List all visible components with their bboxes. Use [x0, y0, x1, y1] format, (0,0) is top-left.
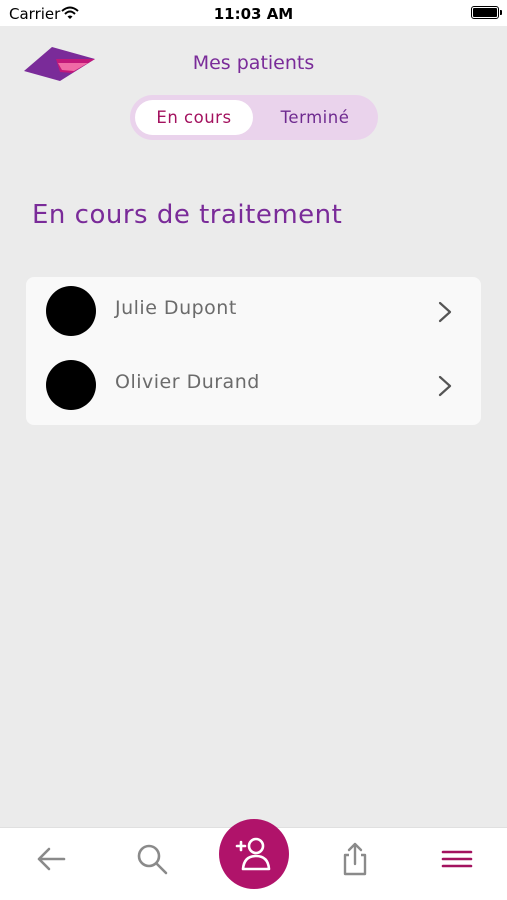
avatar: [46, 286, 96, 336]
menu-icon[interactable]: [440, 842, 474, 876]
status-time: 11:03 AM: [213, 5, 294, 23]
segment-en-cours[interactable]: En cours: [135, 100, 253, 135]
search-icon[interactable]: [135, 842, 169, 876]
battery-icon: [471, 6, 502, 19]
add-patient-icon: [235, 837, 271, 871]
add-patient-button[interactable]: [219, 819, 289, 889]
patient-row[interactable]: Julie Dupont: [26, 277, 481, 351]
patient-list: Julie Dupont Olivier Durand: [26, 277, 481, 425]
segment-termine[interactable]: Terminé: [255, 100, 375, 135]
back-arrow-icon[interactable]: [34, 842, 68, 876]
page-title: Mes patients: [192, 52, 315, 74]
patient-name: Olivier Durand: [115, 371, 260, 393]
avatar: [46, 360, 96, 410]
chevron-right-icon: [437, 374, 453, 398]
status-bar: Carrier 11:03 AM: [0, 0, 507, 26]
chevron-right-icon: [437, 300, 453, 324]
share-icon[interactable]: [338, 842, 372, 876]
status-segmented-control: En cours Terminé: [130, 95, 378, 140]
patient-row[interactable]: Olivier Durand: [26, 351, 481, 425]
section-heading: En cours de traitement: [32, 200, 343, 230]
patient-name: Julie Dupont: [115, 297, 237, 319]
